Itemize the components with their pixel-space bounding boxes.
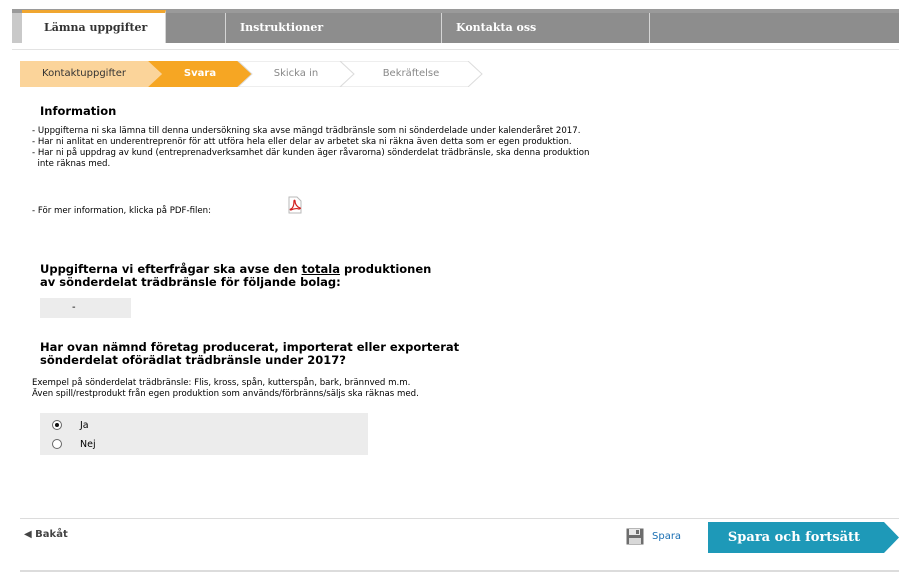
company-value: -: [40, 298, 131, 318]
step-svara: Svara: [183, 68, 217, 79]
pdf-icon[interactable]: [287, 196, 303, 214]
info-title: Information: [40, 104, 117, 118]
info-line-3: - Har ni på uppdrag av kund (entreprenad…: [32, 148, 590, 158]
tab-underline: [12, 49, 899, 50]
pdf-text: - För mer information, klicka på PDF-fil…: [32, 206, 212, 216]
save-disk-icon: [626, 528, 644, 545]
continue-label: Spara och fortsätt: [727, 530, 861, 545]
radio-option-ja[interactable]: Ja: [52, 417, 89, 433]
save-link[interactable]: Spara: [626, 528, 681, 545]
radio-label-nej: Nej: [80, 438, 96, 450]
info-line-4: inte räknas med.: [32, 159, 111, 169]
continue-button[interactable]: Spara och fortsätt: [708, 522, 899, 553]
question2-line2: sönderdelat oförädlat trädbränsle under …: [40, 353, 346, 367]
tab-kontakta-oss[interactable]: Kontakta oss: [442, 13, 650, 43]
bottom-divider: [20, 570, 899, 572]
tab-filler: [650, 13, 899, 43]
info-line-2: - Har ni anlitat en underentreprenör för…: [32, 137, 572, 147]
question1-underlined: totala: [301, 262, 340, 276]
tab-instruktioner[interactable]: Instruktioner: [226, 13, 442, 43]
question2-help1: Exempel på sönderdelat trädbränsle: Flis…: [32, 378, 411, 388]
step-bekraftelse: Bekräftelse: [382, 68, 440, 79]
tab-spacer: [166, 13, 226, 43]
step-skicka-in: Skicka in: [273, 68, 319, 79]
save-label: Spara: [652, 531, 682, 542]
info-line-1: - Uppgifterna ni ska lämna till denna un…: [32, 126, 581, 136]
question2-help2: Även spill/restprodukt från egen produkt…: [32, 389, 419, 399]
radio-button-nej[interactable]: [52, 439, 62, 449]
radio-label-ja: Ja: [80, 419, 89, 431]
radio-option-nej[interactable]: Nej: [52, 436, 96, 452]
back-button[interactable]: ◀ Bakåt: [24, 526, 68, 544]
tab-lamna-uppgifter[interactable]: Lämna uppgifter: [22, 10, 166, 43]
footer-divider: [20, 518, 899, 519]
question1-post: produktionen: [339, 262, 432, 276]
question1-line2: av sönderdelat trädbränsle för följande …: [40, 275, 341, 289]
question1-pre: Uppgifterna vi efterfrågar ska avse den: [40, 262, 302, 276]
top-tab-bar: Lämna uppgifter Instruktioner Kontakta o…: [12, 9, 899, 43]
step-kontaktuppgifter: Kontaktuppgifter: [42, 68, 126, 79]
radio-button-ja[interactable]: [52, 420, 62, 430]
radio-group: Ja Nej: [40, 413, 368, 455]
